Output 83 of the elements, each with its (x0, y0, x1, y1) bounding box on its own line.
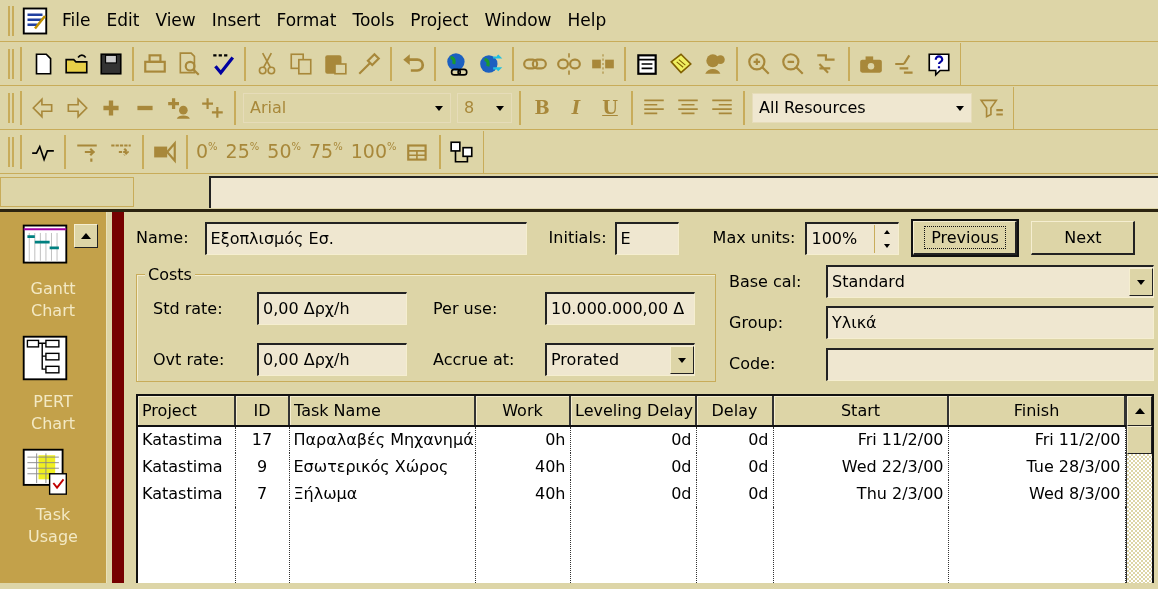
dropdown[interactable]: Standard (826, 265, 1154, 299)
table-cell: 0d (570, 426, 696, 453)
globe-link-icon[interactable] (444, 50, 470, 77)
toolbar-grip[interactable] (8, 136, 14, 167)
table-cell: Ξήλωμα (289, 480, 475, 507)
table-cell: Fri 11/2/00 (773, 426, 948, 453)
input-field[interactable]: 0,00 Δρχ/h (257, 343, 407, 376)
menu-item[interactable]: View (147, 7, 204, 34)
input-field[interactable]: E (614, 221, 679, 255)
table-cell: Katastima (138, 453, 235, 480)
field-label: Accrue at: (433, 348, 516, 371)
column-header[interactable]: Task Name (289, 396, 475, 426)
scrollbar[interactable] (1126, 396, 1152, 583)
dropdown[interactable]: All Resources (752, 92, 972, 123)
table-cell: 40h (475, 480, 570, 507)
table-cell: 17 (235, 426, 289, 453)
menu-item[interactable]: Help (559, 7, 615, 34)
spin-field[interactable]: 100% (805, 221, 900, 255)
menu-item[interactable]: Project (402, 7, 477, 34)
field-label: Code: (729, 353, 777, 376)
column-header[interactable]: Work (475, 396, 570, 426)
scroll-up-button[interactable] (1127, 396, 1152, 426)
app-document-icon (20, 5, 50, 36)
table-cell: Fri 11/2/00 (948, 426, 1125, 453)
table-cell: Tue 28/3/00 (948, 453, 1125, 480)
field-label: Name: (136, 227, 189, 249)
up-arrow-icon (80, 231, 92, 241)
table-cell: 0d (696, 426, 773, 453)
table-cell: 0d (570, 453, 696, 480)
menu-item[interactable]: File (54, 7, 99, 34)
input-field[interactable] (826, 347, 1154, 381)
table-cell: Wed 8/3/00 (948, 480, 1125, 507)
previous-button[interactable]: Previous (913, 221, 1018, 255)
field-label: Ovt rate: (153, 348, 226, 371)
table-cell: 0d (570, 480, 696, 507)
input-field[interactable]: 10.000.000,00 Δ (545, 292, 695, 325)
table-cell: 0d (696, 480, 773, 507)
up-arrow-icon (1133, 406, 1146, 416)
next-button[interactable]: Next (1031, 221, 1136, 255)
field-label: Max units: (712, 227, 796, 249)
field-label: Std rate: (153, 297, 224, 320)
table-cell: 9 (235, 453, 289, 480)
table-cell: Παραλαβές Μηχανημά (289, 426, 475, 453)
toolbar-grip[interactable] (8, 48, 14, 79)
menu-item[interactable]: Tools (344, 7, 403, 34)
input-field[interactable]: 0,00 Δρχ/h (257, 292, 407, 325)
spin-down-icon (883, 242, 891, 249)
dropdown[interactable]: Prorated (545, 343, 695, 376)
table-cell: Εσωτερικός Χώρος (289, 453, 475, 480)
menu-item[interactable]: Window (476, 7, 560, 34)
table-cell: 0h (475, 426, 570, 453)
table-cell: Katastima (138, 426, 235, 453)
spreadsheet-clipboard-icon[interactable] (20, 446, 70, 497)
table-cell: 7 (235, 480, 289, 507)
field-label: Group: (729, 312, 785, 334)
menu-item[interactable]: Edit (98, 7, 148, 34)
table-cell: Thu 2/3/00 (773, 480, 948, 507)
linked-boxes-icon[interactable] (448, 138, 475, 165)
menu-item[interactable]: Insert (203, 7, 269, 34)
dropdown-arrow-icon (676, 355, 688, 365)
column-header[interactable]: ID (235, 396, 289, 426)
field-label: Base cal: (729, 270, 803, 293)
help-icon[interactable] (926, 50, 952, 77)
field-label: Per use: (433, 297, 499, 320)
scroll-thumb[interactable] (1127, 426, 1152, 454)
table-cell: 0d (696, 453, 773, 480)
table-cell: 40h (475, 453, 570, 480)
field-label: Initials: (548, 227, 607, 249)
column-header[interactable]: Leveling Delay (570, 396, 696, 426)
scroll-up-button[interactable] (74, 224, 98, 248)
column-header[interactable]: Delay (696, 396, 773, 426)
column-header[interactable]: Project (138, 396, 235, 426)
input-field[interactable]: Υλικά (826, 306, 1154, 340)
column-header[interactable]: Start (773, 396, 948, 426)
spin-up-icon (883, 228, 891, 235)
entry-field[interactable] (209, 175, 1158, 208)
toolbar-grip[interactable] (8, 92, 14, 123)
table-cell: Wed 22/3/00 (773, 453, 948, 480)
input-field[interactable]: Εξοπλισμός Εσ. (204, 221, 527, 255)
toolbar-grip[interactable] (8, 5, 14, 36)
column-header[interactable]: Finish (948, 396, 1125, 426)
menu-item[interactable]: Format (268, 7, 345, 34)
table-cell: Katastima (138, 480, 235, 507)
